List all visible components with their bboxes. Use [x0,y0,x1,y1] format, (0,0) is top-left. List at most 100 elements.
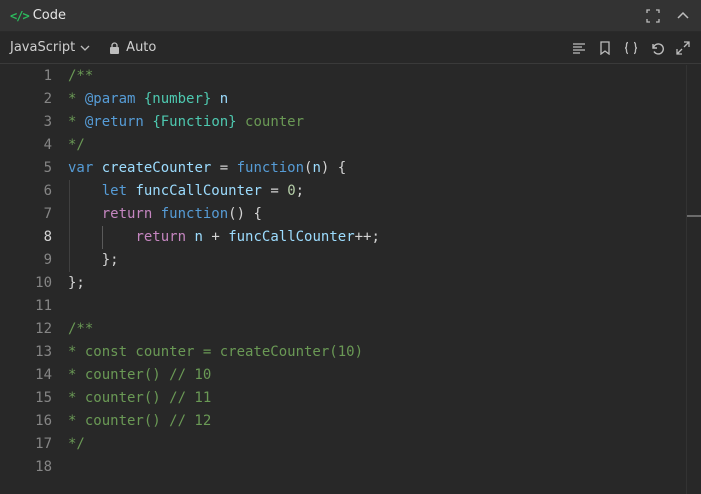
code-token: ++; [354,229,380,245]
code-token: n [194,229,203,245]
line-code: * @param {number} n [68,88,228,111]
line-code: return function() { [68,203,262,226]
code-token: {number} [143,91,212,107]
code-token: = [211,160,237,176]
code-token: */ [68,436,85,452]
line-number: 7 [43,206,52,222]
code-line[interactable]: 10}; [0,272,701,295]
line-number: 12 [35,321,52,337]
line-number: 6 [43,183,52,199]
scrollbar-cursor-marker [687,215,701,217]
code-line[interactable]: 8 return n + funcCallCounter++; [0,226,701,249]
format-lines-icon[interactable] [571,40,587,56]
code-token: funcCallCounter [228,229,355,245]
code-token: funcCallCounter [135,183,262,199]
line-number: 16 [35,413,52,429]
code-line[interactable]: 9 }; [0,249,701,272]
code-editor[interactable]: 1 /** 2 * @param {number} n 3 * @return {Func… [0,65,701,494]
chevron-up-icon[interactable] [675,8,691,24]
code-line[interactable]: 4 */ [0,134,701,157]
code-token: = [261,183,288,199]
fullscreen-icon[interactable] [645,8,661,24]
line-code: * counter() // 11 [68,387,211,410]
line-number: 17 [35,436,52,452]
code-token: 0 [287,183,296,199]
code-token: * const counter = createCounter(10) [68,344,364,360]
line-code: * counter() // 12 [68,410,211,433]
code-line[interactable]: 3 * @return {Function} counter [0,111,701,134]
panel-title: Code [32,8,66,23]
auto-indent-toggle[interactable]: Auto [109,40,156,55]
vertical-scrollbar[interactable] [686,65,701,494]
line-number: 9 [43,252,52,268]
code-token: }; [68,252,119,268]
code-token: * [68,91,85,107]
code-token: n [312,160,321,176]
code-panel: </> Code JavaScript Auto 1 /** 2 * @para… [0,0,701,494]
code-line[interactable]: 18 [0,456,701,479]
toolbar-left: JavaScript Auto [10,40,156,55]
undo-icon[interactable] [649,40,665,56]
code-token: * counter() // 10 [68,367,212,383]
code-line[interactable]: 12 /** [0,318,701,341]
indent-guide [68,180,70,203]
code-line[interactable]: 15 * counter() // 11 [0,387,701,410]
code-line[interactable]: 2 * @param {number} n [0,88,701,111]
line-code: let funcCallCounter = 0; [68,180,304,203]
language-selector[interactable]: JavaScript [10,40,91,55]
code-token: function [160,206,229,222]
code-token: @param [84,91,136,107]
line-number: 3 [43,114,52,130]
auto-label: Auto [126,40,157,55]
line-code: * @return {Function} counter [68,111,304,134]
indent-guide [68,226,70,249]
code-token: * counter() // 11 [68,390,212,406]
code-token: */ [68,137,85,153]
code-token: * counter() // 12 [68,413,212,429]
braces-icon[interactable] [623,40,639,56]
code-token: n [219,91,229,107]
code-token: ; [295,183,305,199]
code-line[interactable]: 1 /** [0,65,701,88]
bookmark-icon[interactable] [597,40,613,56]
line-number: 18 [35,459,52,475]
code-line[interactable]: 17 */ [0,433,701,456]
line-number: 11 [35,298,52,314]
code-token: return [101,206,153,222]
line-code: }; [68,272,85,295]
line-number: 14 [35,367,52,383]
code-line[interactable]: 13 * const counter = createCounter(10) [0,341,701,364]
code-line[interactable]: 11 [0,295,701,318]
chevron-down-icon [80,45,90,51]
line-code: return n + funcCallCounter++; [68,226,380,249]
code-token: /** [68,68,94,84]
code-icon: </> [10,8,30,23]
line-code: * const counter = createCounter(10) [68,341,363,364]
code-token: () { [228,206,262,222]
code-line[interactable]: 14 * counter() // 10 [0,364,701,387]
code-line[interactable]: 5 var createCounter = function(n) { [0,157,701,180]
line-number: 2 [43,91,52,107]
line-number: 4 [43,137,52,153]
line-number: 8 [43,229,52,245]
editor-toolbar: JavaScript Auto [0,32,701,64]
code-token: + [202,229,229,245]
line-code: /** [68,65,93,88]
line-code: */ [68,134,85,157]
code-token: return [135,229,187,245]
code-token: function [236,160,305,176]
code-line[interactable]: 16 * counter() // 12 [0,410,701,433]
code-line[interactable]: 7 return function() { [0,203,701,226]
code-line[interactable]: 6 let funcCallCounter = 0; [0,180,701,203]
line-number: 1 [43,68,52,84]
indent-guide [102,226,104,249]
line-code: /** [68,318,93,341]
toolbar-right [571,40,691,56]
code-token: var [68,160,94,176]
code-token: {Function} [152,114,237,130]
expand-icon[interactable] [675,40,691,56]
